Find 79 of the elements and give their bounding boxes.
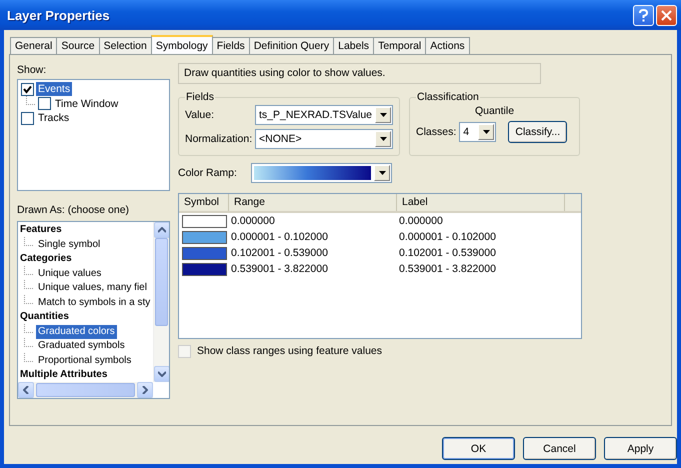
- arrow-up-icon: [158, 227, 166, 233]
- description-box: Draw quantities using color to show values.: [178, 63, 541, 84]
- column-header[interactable]: Range: [229, 194, 397, 211]
- table-cell-text: 0.102001 - 0.539000: [230, 247, 329, 259]
- group-title: Fields: [185, 91, 216, 103]
- caret-icon: [380, 137, 386, 141]
- show-label: Show:: [17, 63, 48, 77]
- checkbox[interactable]: [21, 112, 34, 125]
- tab[interactable]: Definition Query: [248, 37, 334, 54]
- list-item[interactable]: Match to symbols in a sty: [36, 296, 152, 310]
- close-button[interactable]: [656, 4, 677, 26]
- group-title: Classification: [416, 91, 480, 103]
- arrow-down-icon: [158, 371, 166, 377]
- tab[interactable]: Symbology: [150, 35, 213, 54]
- question-icon: [639, 8, 648, 22]
- tab[interactable]: Fields: [212, 37, 250, 54]
- category-heading: Features: [20, 223, 63, 237]
- arrow-right-icon: [142, 386, 148, 394]
- close-icon: [661, 10, 672, 20]
- checkbox[interactable]: [21, 82, 34, 96]
- table-cell-text: 0.102001 - 0.539000: [398, 247, 497, 259]
- scroll-up-button[interactable]: [154, 222, 169, 238]
- list-item[interactable]: Graduated symbols: [36, 339, 127, 354]
- color-swatch[interactable]: [182, 214, 227, 228]
- classes-dropdown[interactable]: 4: [459, 122, 496, 142]
- list-item[interactable]: Unique values: [36, 266, 104, 281]
- field-label: Normalization:: [185, 133, 254, 145]
- tree-item[interactable]: Time Window: [53, 96, 120, 111]
- window-title: Layer Properties: [7, 8, 111, 22]
- caret-icon: [378, 171, 386, 175]
- caret-icon: [380, 113, 386, 117]
- color-swatch[interactable]: [182, 246, 227, 260]
- vertical-scrollbar[interactable]: [153, 222, 169, 382]
- arrow-left-icon: [23, 386, 29, 394]
- classify-button[interactable]: Classify...: [508, 121, 568, 143]
- checkbox[interactable]: [38, 97, 51, 110]
- tab[interactable]: Labels: [333, 37, 374, 54]
- list-item[interactable]: Unique values, many fiel: [36, 281, 149, 296]
- table-cell-text: 0.539001 - 3.822000: [230, 263, 329, 275]
- caret-icon: [482, 130, 490, 134]
- list-item[interactable]: Graduated colors: [36, 324, 117, 339]
- value-dropdown[interactable]: ts_P_NEXRAD.TSValue: [255, 105, 393, 125]
- list-item[interactable]: Proportional symbols: [36, 354, 134, 368]
- tree-item[interactable]: Tracks: [36, 111, 72, 126]
- horizontal-scrollbar[interactable]: [18, 382, 153, 398]
- table-cell-text: 0.539001 - 3.822000: [398, 263, 497, 275]
- category-heading: Categories: [20, 252, 73, 266]
- field-label: Value:: [185, 109, 215, 121]
- category-heading: Quantities: [20, 310, 70, 324]
- scroll-left-button[interactable]: [18, 382, 34, 398]
- color-swatch[interactable]: [182, 262, 227, 276]
- color-ramp-dropdown[interactable]: [251, 163, 392, 183]
- table-cell-text: 0.000000: [230, 215, 276, 227]
- table-cell-text: 0.000000: [398, 215, 444, 227]
- table-cell-text: 0.000001 - 0.102000: [398, 231, 497, 243]
- color-swatch[interactable]: [182, 230, 227, 244]
- dialog-button[interactable]: Apply: [604, 437, 677, 460]
- help-button[interactable]: [633, 4, 654, 26]
- tab[interactable]: Temporal: [373, 37, 426, 54]
- checkbox-label: Show class ranges using feature values: [197, 344, 382, 358]
- tree-item[interactable]: Events: [36, 82, 72, 96]
- column-header[interactable]: Symbol: [179, 194, 229, 211]
- category-heading: Multiple Attributes: [20, 368, 108, 382]
- scroll-right-button[interactable]: [137, 382, 153, 398]
- drawn-as-label: Drawn As: (choose one): [17, 203, 130, 217]
- tab[interactable]: General: [10, 37, 58, 54]
- tab[interactable]: Selection: [98, 37, 152, 54]
- list-item[interactable]: Single symbol: [36, 238, 102, 252]
- dialog-button[interactable]: OK: [442, 437, 515, 460]
- normalization-dropdown[interactable]: <NONE>: [255, 129, 393, 149]
- method-text: Quantile: [474, 105, 516, 117]
- classes-label: Classes:: [416, 125, 456, 139]
- tab[interactable]: Source: [56, 37, 100, 54]
- column-header[interactable]: Label: [397, 194, 565, 211]
- tab[interactable]: Actions: [425, 37, 470, 54]
- table-cell-text: 0.000001 - 0.102000: [230, 231, 329, 243]
- color-ramp-label: Color Ramp:: [178, 166, 238, 180]
- scroll-down-button[interactable]: [154, 366, 169, 382]
- dialog-button[interactable]: Cancel: [523, 437, 596, 460]
